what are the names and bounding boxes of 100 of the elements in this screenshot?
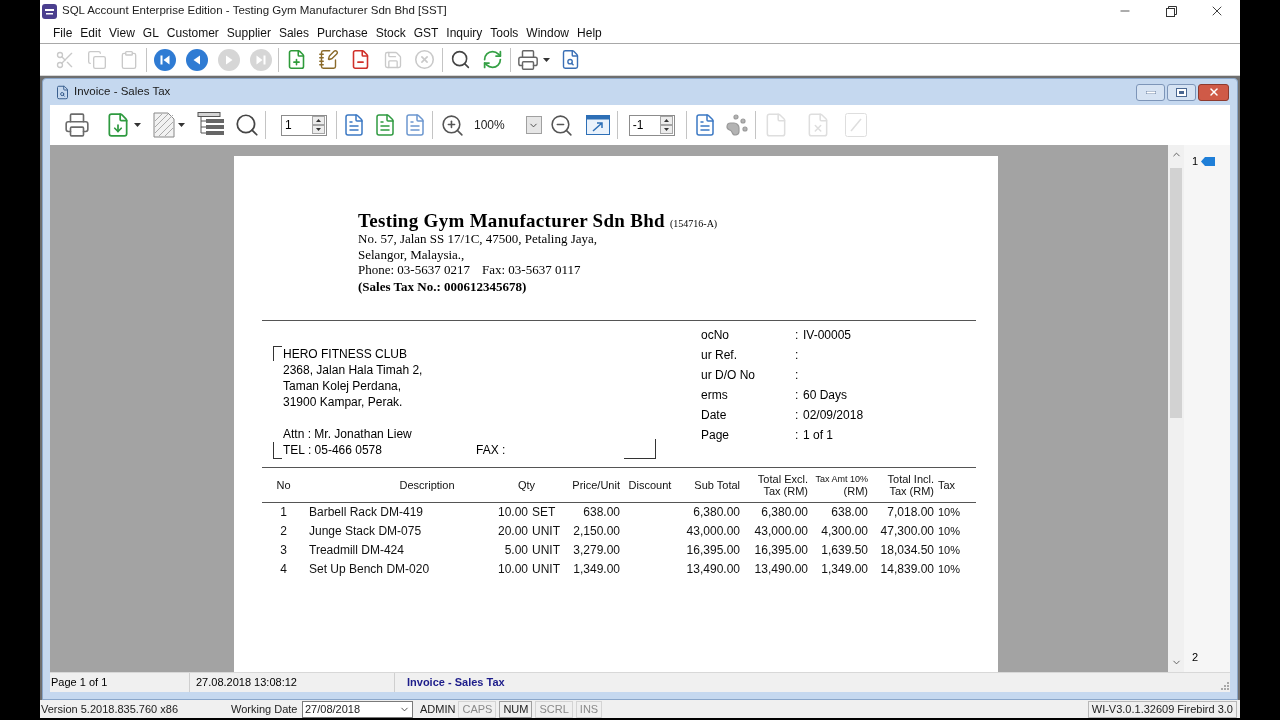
menu-item[interactable]: View: [105, 23, 139, 42]
keyboard-indicator: SCRL: [535, 700, 573, 718]
printer-icon: [64, 112, 90, 138]
page-nav-number[interactable]: 1: [1192, 153, 1199, 170]
document-icon: [342, 113, 366, 137]
customer-address-line: 31900 Kampar, Perak.: [283, 393, 403, 410]
column-header: Tax Amt 10% (RM): [815, 472, 868, 497]
zoom-dropdown-button[interactable]: [525, 116, 542, 134]
child-window-title: Invoice - Sales Tax: [74, 84, 171, 100]
file-arrow-icon: [105, 112, 131, 138]
customer-address-line: Taman Kolej Perdana,: [283, 377, 402, 394]
table-cell: 10%: [938, 563, 961, 575]
column-header: Tax: [938, 478, 956, 491]
info-label: ur Ref.: [701, 347, 737, 362]
notebook-icon: [318, 49, 339, 70]
menu-item[interactable]: Window: [522, 23, 574, 42]
minimize-button[interactable]: [1136, 83, 1165, 101]
table-cell-text: 20.00: [497, 523, 528, 540]
info-label: ocNo: [701, 327, 729, 342]
company-name: Testing Gym Manufacturer Sdn Bhd: [358, 209, 665, 233]
file-minus-icon: [350, 49, 371, 70]
menu-item[interactable]: Edit: [76, 23, 106, 42]
menu-item[interactable]: Sales: [274, 23, 313, 42]
menu-item[interactable]: Inquiry: [442, 23, 487, 42]
corner-bracket: [624, 438, 656, 459]
maximize-icon: [1176, 87, 1187, 97]
menu-item[interactable]: File: [49, 23, 77, 42]
user-name: ADMIN: [420, 701, 456, 717]
fax-label: FAX :: [476, 441, 506, 458]
hatched-page-icon: [153, 112, 175, 138]
page-setup-button[interactable]: [150, 109, 188, 141]
tag-icon: [1201, 156, 1216, 166]
column-header: Total Excl. Tax (RM): [757, 472, 808, 497]
menu-item[interactable]: Supplier: [222, 23, 275, 42]
info-value: 60 Days: [803, 386, 848, 404]
menu-item[interactable]: GST: [409, 23, 443, 42]
table-cell-text: 7,018.00: [887, 504, 934, 521]
menu-item[interactable]: Purchase: [312, 23, 372, 42]
table-cell-text: 1,349.00: [821, 561, 868, 578]
column-header: Total Incl. Tax (RM): [887, 472, 934, 497]
stacked-bars-icon: [197, 112, 225, 138]
save-icon: [382, 49, 403, 70]
table-cell: 10%: [938, 525, 961, 537]
sales-tax-number: (Sales Tax No.: 000612345678): [358, 277, 527, 295]
info-value: 02/09/2018: [803, 406, 864, 424]
table-cell-text: 6,380.00: [761, 504, 808, 521]
file-search-icon: [55, 84, 70, 100]
table-cell-text: 638.00: [831, 504, 868, 521]
table-cell-text: 1,349.00: [573, 561, 620, 578]
page-number-field[interactable]: 1: [281, 114, 327, 136]
working-date-field[interactable]: 27/08/2018: [302, 700, 413, 718]
phone-text: Phone: 03-5637 0217: [358, 262, 470, 278]
attention-text: Attn : Mr. Jonathan Liew: [283, 425, 412, 442]
document-icon: [403, 113, 427, 137]
info-separator: :: [795, 367, 799, 382]
corner-bracket: [273, 441, 282, 459]
skip-forward-icon: [249, 48, 272, 71]
address-line: Selangor, Malaysia.,: [358, 246, 465, 262]
column-header: Description: [399, 478, 455, 491]
menu-item[interactable]: Help: [573, 23, 606, 42]
customer-address-line: 2368, Jalan Hala Timah 2,: [283, 361, 423, 378]
table-cell-text: 1: [280, 504, 287, 521]
menu-item[interactable]: GL: [138, 23, 163, 42]
table-cell-text: 1,639.50: [821, 542, 868, 559]
keyboard-indicator: CAPS: [458, 700, 497, 718]
caret-icon: [543, 57, 550, 62]
table-cell-text: 16,395.00: [686, 542, 740, 559]
customer-address-line: HERO FITNESS CLUB: [283, 345, 408, 362]
column-header: Price/Unit: [572, 478, 620, 491]
refresh-icon: [482, 49, 503, 70]
telephone-text: TEL : 05-466 0578: [283, 442, 382, 457]
table-cell: 10%: [938, 544, 961, 556]
spinner-arrows-icon: [312, 116, 325, 134]
menu-item[interactable]: Tools: [486, 23, 523, 42]
table-cell-text: 47,300.00: [880, 523, 934, 540]
info-separator: :: [795, 407, 799, 422]
resize-grip-icon: [1220, 681, 1229, 690]
info-value: 1 of 1: [803, 426, 834, 444]
window-title: SQL Account Enterprise Edition - Testing Gym Manufacturer Sdn Bhd [SST]: [62, 3, 447, 19]
table-cell: UNIT: [532, 524, 560, 538]
close-button[interactable]: [1198, 83, 1229, 101]
maximize-button[interactable]: [1167, 83, 1196, 101]
table-cell-text: 6,380.00: [693, 504, 740, 521]
menu-item[interactable]: Stock: [371, 23, 410, 42]
file-plus-icon: [286, 49, 307, 70]
step-field[interactable]: -1: [628, 114, 675, 136]
skip-back-icon: [153, 48, 176, 71]
zoom-level: 100%: [474, 117, 505, 134]
scissors-icon: [54, 49, 75, 70]
company-registration-number: (154716-A): [670, 217, 718, 231]
table-cell: Junge Stack DM-075: [309, 524, 422, 538]
table-cell-text: 3,279.00: [573, 542, 620, 559]
table-cell-text: 18,034.50: [880, 542, 934, 559]
paw-icon: [724, 113, 749, 137]
info-separator: :: [795, 347, 799, 362]
menu-item[interactable]: Customer: [162, 23, 223, 42]
table-cell-text: 5.00: [504, 542, 528, 559]
page-nav-number[interactable]: 2: [1192, 648, 1199, 665]
info-label: erms: [701, 387, 728, 402]
report-title: Invoice - Sales Tax: [407, 675, 505, 691]
